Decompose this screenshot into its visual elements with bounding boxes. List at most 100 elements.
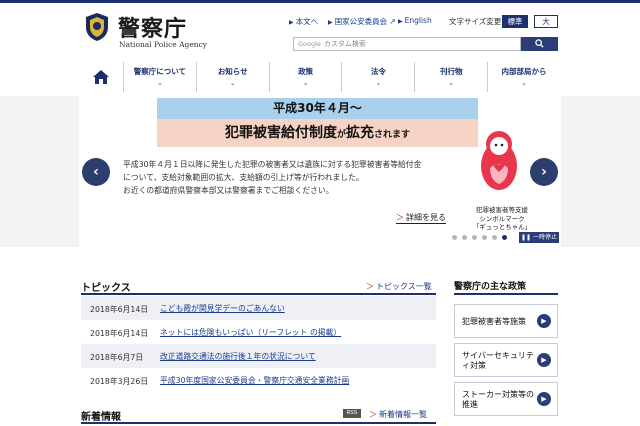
nav-item-publications[interactable]: 刊行物 ⌄ (414, 62, 487, 92)
chevron-down-icon: ⌄ (448, 79, 455, 87)
nav-label: 法令 (370, 67, 386, 76)
skip-to-content-link[interactable]: ▶ 本文へ (289, 16, 318, 27)
news-list-link[interactable]: ＞新着情報一覧 (369, 409, 427, 420)
nav-home[interactable] (79, 62, 123, 92)
triangle-icon: ▶ (398, 18, 403, 25)
arrow-right-icon: ＞ (396, 213, 404, 222)
chevron-down-icon: ⌄ (156, 79, 163, 87)
hero-details-label: 詳細を見る (406, 213, 446, 222)
hero-details-link[interactable]: ＞詳細を見る (396, 213, 446, 224)
mascot-caption-line: 「ギュっとちゃん」 (472, 223, 532, 231)
headline-part: 犯罪被害給付制度 (224, 125, 337, 141)
search-icon (535, 39, 544, 48)
nav-item-policy[interactable]: 政策 ⌄ (268, 62, 342, 92)
text-size-large-button[interactable]: 大 (534, 15, 558, 28)
topic-date: 2018年3月26日 (90, 377, 149, 386)
nav-label: 政策 (298, 67, 314, 76)
external-link-icon: ↗ (387, 17, 396, 26)
site-logo-title[interactable]: 警察庁 (118, 11, 187, 43)
mascot-illustration (481, 131, 517, 190)
search-placeholder: カスタム検索 (323, 40, 366, 48)
top-accent-bar (0, 0, 640, 3)
mascot-caption-line: 犯罪被害者等支援 (476, 206, 528, 214)
mascot-caption-line: シンボルマーク (479, 214, 525, 223)
chevron-right-icon: ▶ (537, 314, 551, 328)
carousel-dot[interactable] (452, 235, 457, 240)
banner-date: 平成30年４月〜 (157, 98, 478, 119)
topic-link[interactable]: ネットには危険もいっぱい（リーフレット の掲載） (160, 327, 341, 338)
carousel-dot[interactable] (492, 235, 497, 240)
topic-link[interactable]: 改正道路交通法の施行後１年の状況について (160, 351, 316, 362)
search-button[interactable] (521, 37, 558, 51)
nav-label: 内部部局から (501, 67, 547, 76)
policy-label: ストーカー対策等の推進 (462, 390, 534, 409)
commission-link[interactable]: ▶ 国家公安委員会 ↗ (328, 16, 396, 27)
topic-link[interactable]: こども霞が関見学デーのごあんない (160, 303, 285, 314)
policy-card-stalker[interactable]: ストーカー対策等の推進 ▶ (454, 382, 558, 416)
mascot-caption: 犯罪被害者等支援 シンボルマーク 「ギュっとちゃん」 (462, 206, 542, 232)
chevron-left-icon: ‹ (93, 164, 99, 180)
headline-part: 拡充 (346, 125, 374, 141)
nav-item-news[interactable]: お知らせ ⌄ (195, 62, 269, 92)
topics-list-label: トピックス一覧 (376, 282, 432, 291)
chevron-right-icon: › (541, 164, 547, 180)
carousel-dots (452, 235, 507, 240)
carousel-dot[interactable] (462, 235, 467, 240)
topic-row: 2018年6月14日 ネットには危険もいっぱい（リーフレット の掲載） (81, 320, 436, 344)
nav-item-law[interactable]: 法令 ⌄ (341, 62, 414, 92)
chevron-right-icon: ▶ (537, 392, 551, 406)
policy-label: サイバーセキュリティ対策 (462, 351, 534, 370)
rss-badge[interactable]: RSS (343, 409, 361, 418)
policies-divider (454, 293, 558, 295)
topics-divider (81, 293, 436, 295)
police-emblem-icon (86, 13, 108, 41)
skip-to-content-label: 本文へ (295, 17, 319, 26)
topic-link[interactable]: 平成30年度国家公安委員会・警察庁交通安全業務計画 (160, 375, 349, 386)
headline-part: されます (374, 130, 411, 140)
carousel-next-button[interactable]: › (530, 158, 558, 186)
carousel-prev-button[interactable]: ‹ (82, 158, 110, 186)
home-icon (93, 70, 109, 84)
carousel-dot[interactable] (472, 235, 477, 240)
policy-card-cyber[interactable]: サイバーセキュリティ対策 ▶ (454, 343, 558, 377)
carousel-dot-active[interactable] (502, 235, 507, 240)
chevron-down-icon: ⌄ (375, 79, 382, 87)
policies-heading: 警察庁の主な政策 (454, 282, 527, 292)
policy-card-victims[interactable]: 犯罪被害者等施策 ▶ (454, 304, 558, 338)
english-label: English (404, 16, 432, 25)
topics-heading: トピックス (81, 283, 131, 294)
nav-item-about[interactable]: 警察庁について ⌄ (123, 62, 196, 92)
policy-label: 犯罪被害者等施策 (462, 317, 526, 326)
nav-label: 刊行物 (439, 67, 463, 76)
topic-row: 2018年6月14日 こども霞が関見学デーのごあんない (81, 296, 436, 320)
text-size-standard-button[interactable]: 標準 (502, 15, 528, 28)
hero-text-line: 平成30年４月１日以降に発生した犯罪の被害者又は遺族に対する犯罪被害者等給付金 (123, 160, 422, 169)
topic-date: 2018年6月14日 (90, 305, 149, 314)
nav-label: 警察庁について (133, 67, 187, 76)
topics-list-link[interactable]: ＞トピックス一覧 (366, 281, 432, 292)
carousel-dot[interactable] (482, 235, 487, 240)
triangle-icon: ▶ (328, 19, 333, 26)
chevron-down-icon: ⌄ (521, 79, 527, 87)
text-size-label: 文字サイズ変更 (449, 17, 502, 26)
google-label: Google (298, 40, 321, 48)
triangle-icon: ▶ (289, 19, 294, 26)
topic-date: 2018年6月7日 (90, 353, 144, 362)
chevron-down-icon: ⌄ (229, 79, 236, 87)
carousel-pause-button[interactable]: ❚❚ 一時停止 (519, 232, 559, 243)
commission-label: 国家公安委員会 (334, 17, 388, 26)
hero-text-line: について、支給対象範囲の拡大、支給額の引上げ等が行われました。 (123, 173, 364, 182)
nav-label: お知らせ (217, 67, 248, 76)
english-link[interactable]: ▶ English (398, 16, 432, 25)
hero-text-line: お近くの都道府県警察本部又は警察署までご相談ください。 (123, 186, 334, 195)
news-list-label: 新着情報一覧 (379, 410, 427, 419)
search-input[interactable]: Google カスタム検索 (293, 37, 521, 51)
site-logo-subtitle: National Police Agency (119, 40, 208, 49)
topic-date: 2018年6月14日 (90, 329, 149, 338)
nav-item-bureaus[interactable]: 内部部局から ⌄ (487, 62, 560, 92)
pause-label: 一時停止 (532, 234, 557, 241)
arrow-right-icon: ＞ (369, 410, 377, 419)
hero-description: 平成30年４月１日以降に発生した犯罪の被害者又は遺族に対する犯罪被害者等給付金 … (123, 158, 463, 197)
chevron-down-icon: ⌄ (302, 79, 309, 87)
news-heading: 新着情報 (81, 412, 121, 423)
